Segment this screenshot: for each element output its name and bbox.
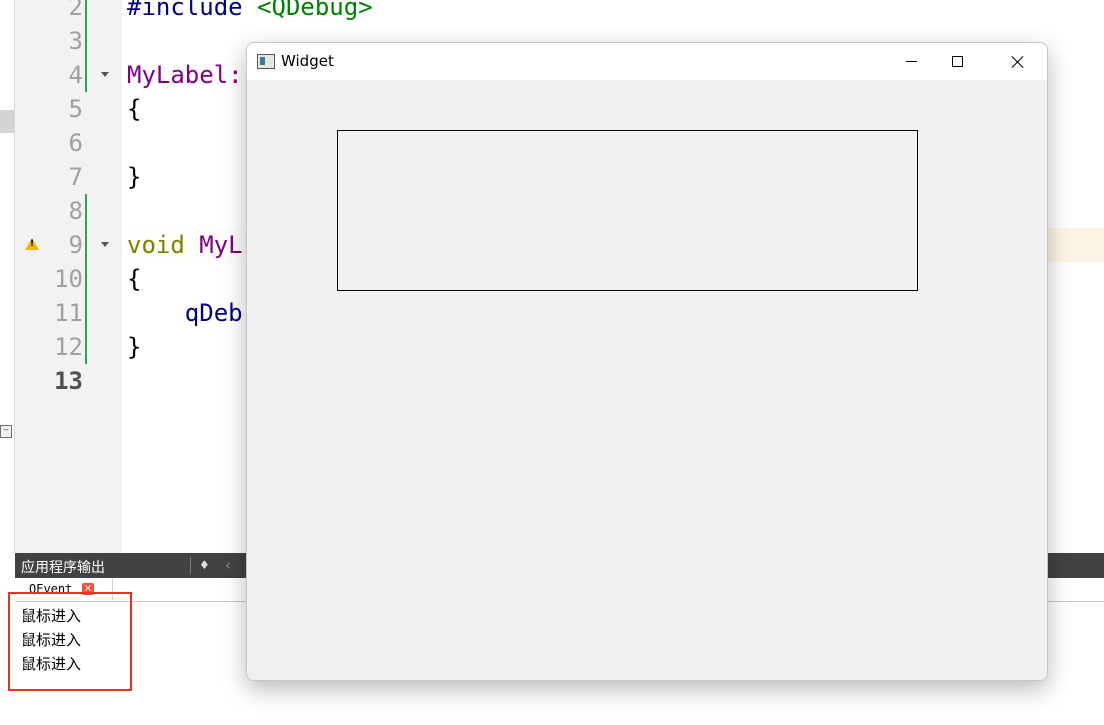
- line-number: 7: [68, 163, 83, 191]
- change-marker: [85, 228, 87, 262]
- close-icon[interactable]: [991, 43, 1047, 80]
- output-pane-title: 应用程序输出: [21, 560, 105, 576]
- change-marker: [85, 58, 87, 92]
- left-sidebar-strip: [0, 0, 15, 553]
- code-token: }: [127, 163, 142, 191]
- minimize-icon[interactable]: [888, 43, 934, 80]
- output-header-divider: [190, 557, 191, 574]
- window-titlebar[interactable]: Widget: [247, 43, 1047, 80]
- window-title: Widget: [281, 52, 334, 70]
- line-number: 11: [54, 299, 83, 327]
- collapse-toggle-icon[interactable]: −: [0, 425, 12, 438]
- line-number: 12: [54, 333, 83, 361]
- broom-icon[interactable]: ♦: [199, 559, 213, 572]
- line-number: 10: [54, 265, 83, 293]
- code-token: qDeb: [184, 299, 243, 327]
- highlight-annotation-box: [8, 592, 132, 691]
- code-token: #include: [127, 0, 258, 21]
- change-marker: [85, 194, 87, 228]
- fold-arrow-icon[interactable]: [101, 242, 109, 247]
- code-text: }: [127, 330, 141, 364]
- code-text: }: [127, 160, 141, 194]
- app-icon: [257, 54, 275, 69]
- code-token: <QDebug>: [257, 0, 373, 21]
- chevron-left-icon[interactable]: ‹: [225, 556, 231, 574]
- code-text: {: [127, 92, 141, 126]
- line-number: 2: [68, 0, 83, 21]
- code-line[interactable]: 2 #include <QDebug>: [15, 0, 1104, 24]
- change-marker: [85, 296, 87, 330]
- code-text: void MyL: [127, 228, 243, 262]
- code-text: MyLabel:: [127, 58, 243, 92]
- change-marker: [85, 330, 87, 364]
- change-marker: [85, 24, 87, 58]
- code-token: }: [127, 333, 142, 361]
- code-token: MyLabel:: [127, 61, 243, 89]
- change-marker: [85, 262, 87, 296]
- widget-window: Widget: [246, 42, 1048, 681]
- my-label-widget[interactable]: [337, 130, 918, 291]
- fold-arrow-icon[interactable]: [101, 72, 109, 77]
- line-number: 3: [68, 27, 83, 55]
- line-number: 6: [68, 129, 83, 157]
- code-text: qDeb: [127, 296, 243, 330]
- line-number: 5: [68, 95, 83, 123]
- left-sidebar-marker: [0, 110, 14, 133]
- line-number: 13: [54, 367, 83, 395]
- code-token: {: [127, 95, 142, 123]
- warning-icon[interactable]: [25, 238, 39, 250]
- change-marker: [85, 0, 87, 24]
- line-number: 4: [68, 61, 83, 89]
- code-text: {: [127, 262, 141, 296]
- code-token: {: [127, 265, 142, 293]
- code-token: void: [127, 231, 200, 259]
- code-text: #include <QDebug>: [127, 0, 373, 24]
- line-number: 8: [68, 197, 83, 225]
- maximize-icon[interactable]: [934, 43, 980, 80]
- code-token: MyL: [199, 231, 243, 259]
